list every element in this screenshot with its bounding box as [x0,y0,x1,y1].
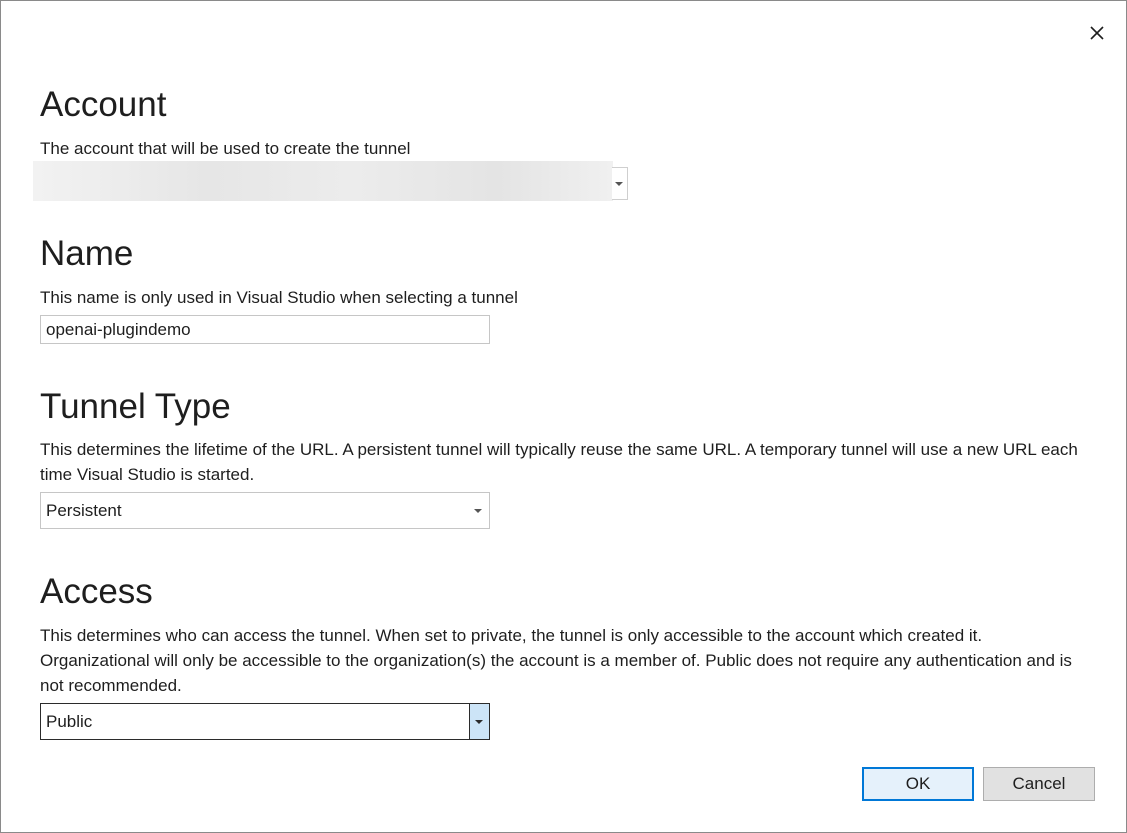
create-tunnel-dialog: Account The account that will be used to… [0,0,1127,833]
account-description: The account that will be used to create … [40,139,411,158]
close-button[interactable] [1085,21,1109,45]
name-heading: Name [40,234,134,273]
name-description: This name is only used in Visual Studio … [40,288,518,307]
access-selected-value: Public [46,712,93,731]
account-heading: Account [40,85,167,124]
access-description: This determines who can access the tunne… [40,626,1072,695]
chevron-down-icon [615,182,623,186]
tunnel-type-selected-value: Persistent [46,501,122,520]
access-dropdown-button[interactable] [469,704,489,739]
chevron-down-icon [474,509,482,513]
close-icon [1090,26,1104,40]
access-dropdown[interactable]: Public [40,703,490,740]
access-heading: Access [40,572,153,611]
account-dropdown[interactable] [33,161,629,201]
account-dropdown-button[interactable] [612,167,628,200]
tunnel-type-heading: Tunnel Type [40,387,231,426]
tunnel-type-description: This determines the lifetime of the URL.… [40,440,1078,484]
tunnel-type-dropdown-button[interactable] [469,493,489,528]
chevron-down-icon [475,720,483,724]
account-value-redacted [33,161,613,201]
tunnel-name-input[interactable] [40,315,490,344]
tunnel-type-dropdown[interactable]: Persistent [40,492,490,529]
cancel-button[interactable]: Cancel [983,767,1095,801]
ok-button[interactable]: OK [862,767,974,801]
